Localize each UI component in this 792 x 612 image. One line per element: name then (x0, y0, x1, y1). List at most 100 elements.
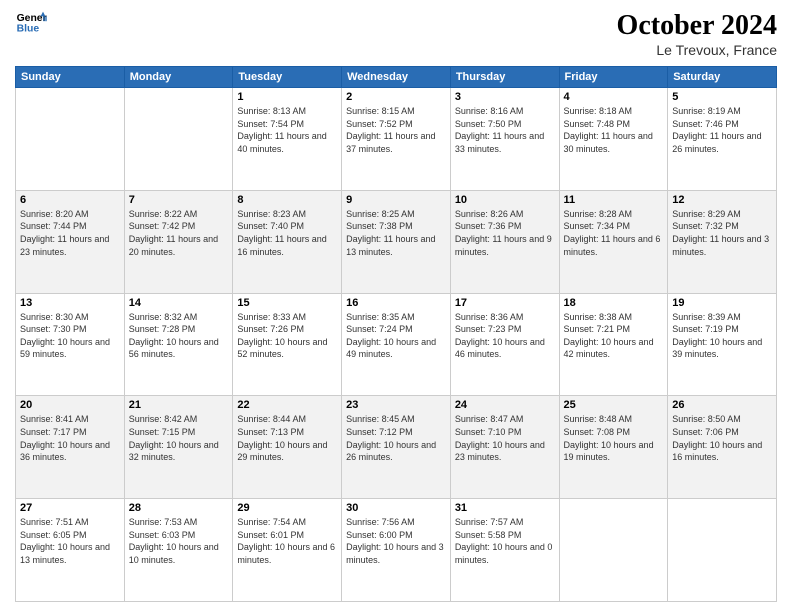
table-cell: 7 Sunrise: 8:22 AMSunset: 7:42 PMDayligh… (124, 190, 233, 293)
day-number: 6 (20, 194, 120, 206)
table-cell: 11 Sunrise: 8:28 AMSunset: 7:34 PMDaylig… (559, 190, 668, 293)
day-number: 2 (346, 91, 446, 103)
week-row-1: 1 Sunrise: 8:13 AMSunset: 7:54 PMDayligh… (16, 88, 777, 191)
table-cell: 29 Sunrise: 7:54 AMSunset: 6:01 PMDaylig… (233, 499, 342, 602)
day-info: Sunrise: 8:39 AMSunset: 7:19 PMDaylight:… (672, 312, 762, 360)
day-info: Sunrise: 8:35 AMSunset: 7:24 PMDaylight:… (346, 312, 436, 360)
day-number: 10 (455, 194, 555, 206)
header: General Blue October 2024 Le Trevoux, Fr… (15, 10, 777, 58)
day-info: Sunrise: 8:15 AMSunset: 7:52 PMDaylight:… (346, 106, 435, 154)
logo: General Blue (15, 10, 47, 38)
day-number: 9 (346, 194, 446, 206)
day-info: Sunrise: 8:25 AMSunset: 7:38 PMDaylight:… (346, 209, 435, 257)
col-tuesday: Tuesday (233, 67, 342, 88)
day-number: 28 (129, 502, 229, 514)
table-cell: 20 Sunrise: 8:41 AMSunset: 7:17 PMDaylig… (16, 396, 125, 499)
day-number: 7 (129, 194, 229, 206)
day-info: Sunrise: 8:36 AMSunset: 7:23 PMDaylight:… (455, 312, 545, 360)
week-row-2: 6 Sunrise: 8:20 AMSunset: 7:44 PMDayligh… (16, 190, 777, 293)
week-row-3: 13 Sunrise: 8:30 AMSunset: 7:30 PMDaylig… (16, 293, 777, 396)
col-saturday: Saturday (668, 67, 777, 88)
day-number: 8 (237, 194, 337, 206)
day-number: 24 (455, 399, 555, 411)
day-number: 26 (672, 399, 772, 411)
calendar-table: Sunday Monday Tuesday Wednesday Thursday… (15, 66, 777, 602)
table-cell: 4 Sunrise: 8:18 AMSunset: 7:48 PMDayligh… (559, 88, 668, 191)
table-cell: 8 Sunrise: 8:23 AMSunset: 7:40 PMDayligh… (233, 190, 342, 293)
day-info: Sunrise: 8:16 AMSunset: 7:50 PMDaylight:… (455, 106, 544, 154)
day-info: Sunrise: 8:19 AMSunset: 7:46 PMDaylight:… (672, 106, 761, 154)
day-info: Sunrise: 8:26 AMSunset: 7:36 PMDaylight:… (455, 209, 552, 257)
table-cell: 26 Sunrise: 8:50 AMSunset: 7:06 PMDaylig… (668, 396, 777, 499)
table-cell: 27 Sunrise: 7:51 AMSunset: 6:05 PMDaylig… (16, 499, 125, 602)
table-cell: 5 Sunrise: 8:19 AMSunset: 7:46 PMDayligh… (668, 88, 777, 191)
day-info: Sunrise: 8:22 AMSunset: 7:42 PMDaylight:… (129, 209, 218, 257)
svg-text:Blue: Blue (17, 24, 40, 35)
day-number: 18 (564, 297, 664, 309)
day-info: Sunrise: 8:45 AMSunset: 7:12 PMDaylight:… (346, 414, 436, 462)
day-number: 22 (237, 399, 337, 411)
table-cell: 13 Sunrise: 8:30 AMSunset: 7:30 PMDaylig… (16, 293, 125, 396)
day-number: 20 (20, 399, 120, 411)
day-info: Sunrise: 8:18 AMSunset: 7:48 PMDaylight:… (564, 106, 653, 154)
day-info: Sunrise: 8:29 AMSunset: 7:32 PMDaylight:… (672, 209, 769, 257)
week-row-4: 20 Sunrise: 8:41 AMSunset: 7:17 PMDaylig… (16, 396, 777, 499)
table-cell: 25 Sunrise: 8:48 AMSunset: 7:08 PMDaylig… (559, 396, 668, 499)
table-cell: 1 Sunrise: 8:13 AMSunset: 7:54 PMDayligh… (233, 88, 342, 191)
day-number: 27 (20, 502, 120, 514)
table-cell: 6 Sunrise: 8:20 AMSunset: 7:44 PMDayligh… (16, 190, 125, 293)
table-cell: 30 Sunrise: 7:56 AMSunset: 6:00 PMDaylig… (342, 499, 451, 602)
table-cell: 16 Sunrise: 8:35 AMSunset: 7:24 PMDaylig… (342, 293, 451, 396)
day-number: 23 (346, 399, 446, 411)
day-info: Sunrise: 8:48 AMSunset: 7:08 PMDaylight:… (564, 414, 654, 462)
day-info: Sunrise: 8:33 AMSunset: 7:26 PMDaylight:… (237, 312, 327, 360)
day-number: 30 (346, 502, 446, 514)
table-cell (16, 88, 125, 191)
table-cell: 9 Sunrise: 8:25 AMSunset: 7:38 PMDayligh… (342, 190, 451, 293)
day-info: Sunrise: 8:41 AMSunset: 7:17 PMDaylight:… (20, 414, 110, 462)
day-info: Sunrise: 8:44 AMSunset: 7:13 PMDaylight:… (237, 414, 327, 462)
day-info: Sunrise: 8:47 AMSunset: 7:10 PMDaylight:… (455, 414, 545, 462)
page: General Blue October 2024 Le Trevoux, Fr… (0, 0, 792, 612)
table-cell: 24 Sunrise: 8:47 AMSunset: 7:10 PMDaylig… (450, 396, 559, 499)
day-info: Sunrise: 7:54 AMSunset: 6:01 PMDaylight:… (237, 517, 335, 565)
day-number: 3 (455, 91, 555, 103)
table-cell: 17 Sunrise: 8:36 AMSunset: 7:23 PMDaylig… (450, 293, 559, 396)
page-subtitle: Le Trevoux, France (617, 42, 777, 58)
day-info: Sunrise: 8:32 AMSunset: 7:28 PMDaylight:… (129, 312, 219, 360)
header-row: Sunday Monday Tuesday Wednesday Thursday… (16, 67, 777, 88)
table-cell: 15 Sunrise: 8:33 AMSunset: 7:26 PMDaylig… (233, 293, 342, 396)
table-cell: 18 Sunrise: 8:38 AMSunset: 7:21 PMDaylig… (559, 293, 668, 396)
day-info: Sunrise: 7:53 AMSunset: 6:03 PMDaylight:… (129, 517, 219, 565)
day-number: 17 (455, 297, 555, 309)
table-cell: 12 Sunrise: 8:29 AMSunset: 7:32 PMDaylig… (668, 190, 777, 293)
day-number: 25 (564, 399, 664, 411)
table-cell: 22 Sunrise: 8:44 AMSunset: 7:13 PMDaylig… (233, 396, 342, 499)
day-number: 29 (237, 502, 337, 514)
table-cell: 14 Sunrise: 8:32 AMSunset: 7:28 PMDaylig… (124, 293, 233, 396)
day-number: 11 (564, 194, 664, 206)
day-number: 1 (237, 91, 337, 103)
col-thursday: Thursday (450, 67, 559, 88)
col-monday: Monday (124, 67, 233, 88)
table-cell: 10 Sunrise: 8:26 AMSunset: 7:36 PMDaylig… (450, 190, 559, 293)
day-number: 19 (672, 297, 772, 309)
week-row-5: 27 Sunrise: 7:51 AMSunset: 6:05 PMDaylig… (16, 499, 777, 602)
day-info: Sunrise: 7:56 AMSunset: 6:00 PMDaylight:… (346, 517, 444, 565)
page-title: October 2024 (617, 10, 777, 42)
table-cell (124, 88, 233, 191)
day-info: Sunrise: 8:42 AMSunset: 7:15 PMDaylight:… (129, 414, 219, 462)
table-cell (668, 499, 777, 602)
table-cell: 31 Sunrise: 7:57 AMSunset: 5:58 PMDaylig… (450, 499, 559, 602)
day-info: Sunrise: 8:50 AMSunset: 7:06 PMDaylight:… (672, 414, 762, 462)
day-number: 5 (672, 91, 772, 103)
day-info: Sunrise: 8:38 AMSunset: 7:21 PMDaylight:… (564, 312, 654, 360)
table-cell: 2 Sunrise: 8:15 AMSunset: 7:52 PMDayligh… (342, 88, 451, 191)
col-sunday: Sunday (16, 67, 125, 88)
day-info: Sunrise: 8:23 AMSunset: 7:40 PMDaylight:… (237, 209, 326, 257)
logo-icon: General Blue (15, 10, 47, 38)
table-cell (559, 499, 668, 602)
day-number: 16 (346, 297, 446, 309)
col-friday: Friday (559, 67, 668, 88)
day-number: 13 (20, 297, 120, 309)
